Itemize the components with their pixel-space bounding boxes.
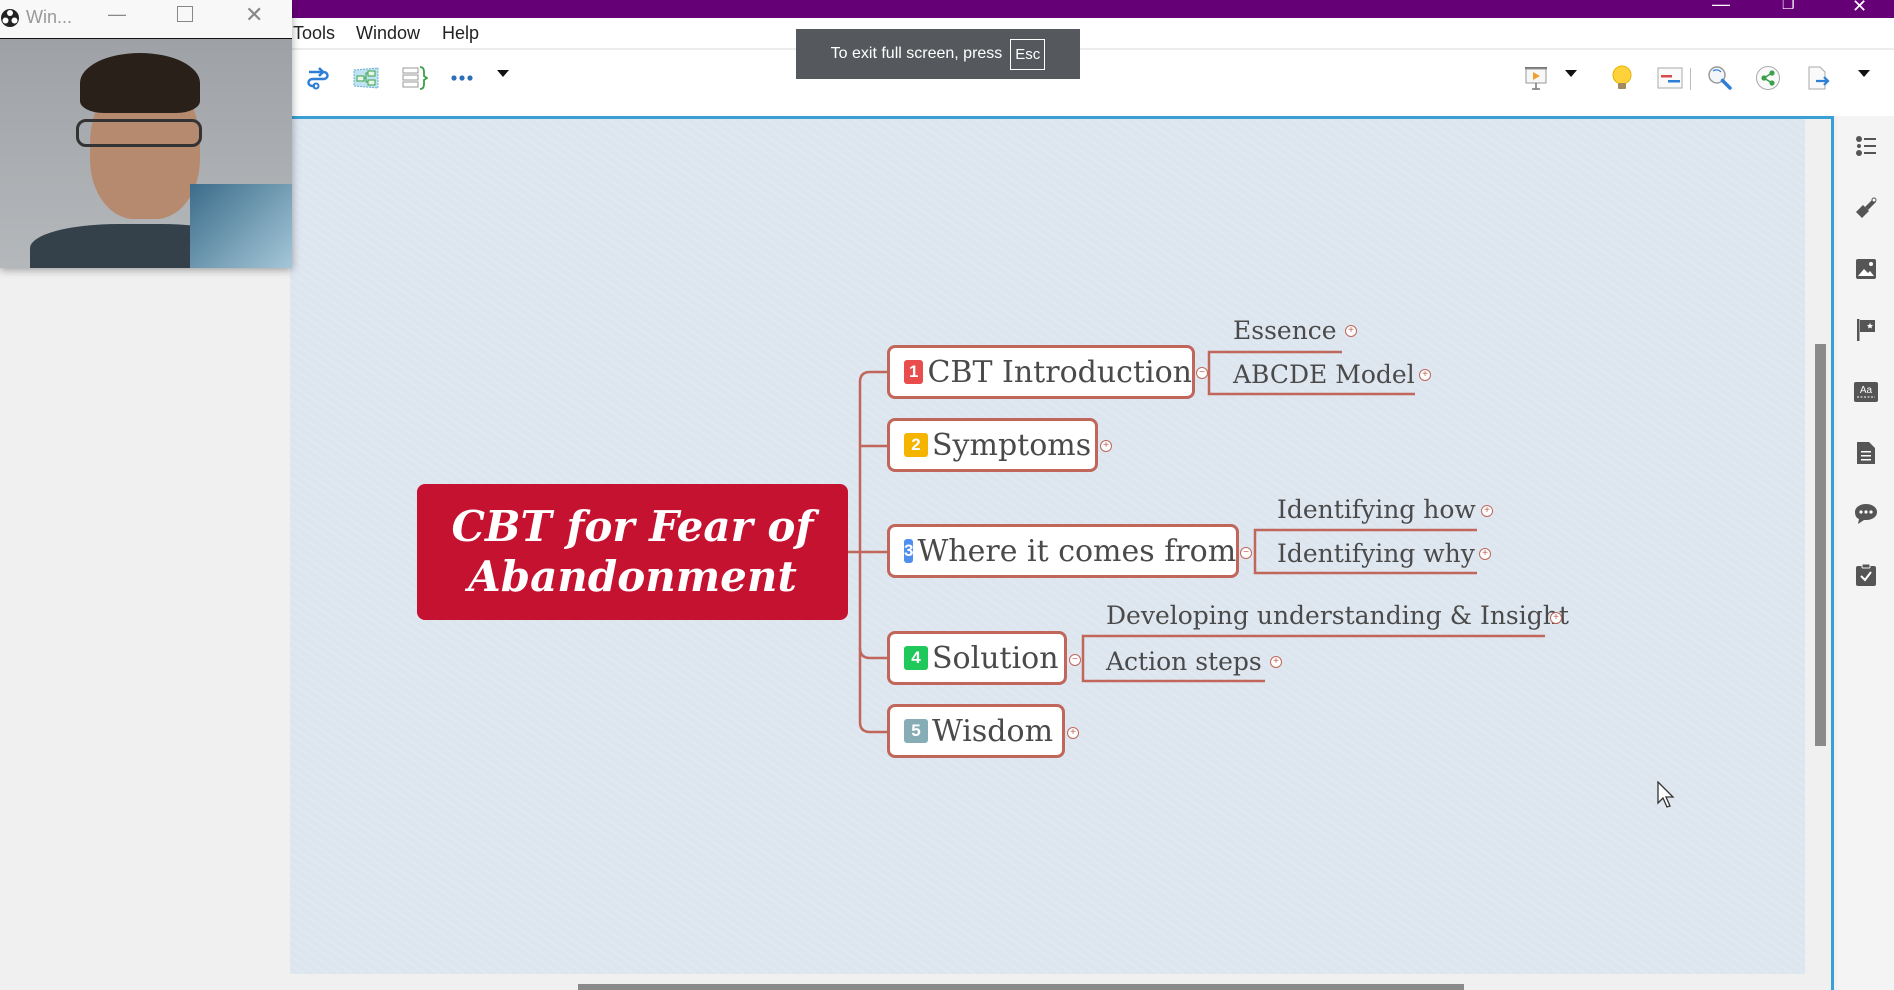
person-hair bbox=[80, 53, 200, 113]
mouse-cursor-icon bbox=[1657, 781, 1675, 808]
right-sidebar: Aa bbox=[1837, 116, 1894, 990]
collapse-toggle-icon[interactable]: − bbox=[1240, 547, 1252, 559]
topic-label: Solution bbox=[932, 640, 1059, 676]
subtopic-essence[interactable]: Essence bbox=[1233, 316, 1337, 345]
collapse-toggle-icon[interactable]: − bbox=[1196, 367, 1208, 379]
topic-wisdom[interactable]: 5 Wisdom bbox=[887, 704, 1065, 758]
expand-toggle-icon[interactable]: + bbox=[1479, 548, 1491, 560]
vertical-scrollbar[interactable] bbox=[1815, 344, 1826, 746]
marker-flag-icon[interactable] bbox=[1853, 317, 1879, 343]
collapse-toggle-icon[interactable]: − bbox=[1069, 654, 1081, 666]
webcam-window-title: Win... bbox=[26, 7, 73, 27]
expand-toggle-icon[interactable]: + bbox=[1481, 505, 1493, 517]
topic-label: CBT Introduction bbox=[927, 354, 1192, 390]
task-icon[interactable] bbox=[1853, 562, 1879, 588]
priority-badge-1: 1 bbox=[904, 360, 924, 384]
webcam-title-bar[interactable]: Win... — ✕ bbox=[0, 0, 292, 39]
topic-symptoms[interactable]: 2 Symptoms bbox=[887, 418, 1098, 472]
expand-toggle-icon[interactable]: + bbox=[1100, 440, 1112, 452]
expand-toggle-icon[interactable]: + bbox=[1270, 656, 1282, 668]
comment-icon[interactable] bbox=[1853, 501, 1879, 527]
expand-toggle-icon[interactable]: + bbox=[1345, 325, 1357, 337]
expand-toggle-icon[interactable]: + bbox=[1067, 727, 1079, 739]
webcam-maximize-button[interactable] bbox=[177, 6, 193, 22]
webcam-minimize-button[interactable]: — bbox=[108, 4, 126, 25]
format-brush-icon[interactable] bbox=[1853, 195, 1879, 221]
webcam-close-button[interactable]: ✕ bbox=[245, 2, 263, 28]
webcam-video-feed bbox=[0, 39, 292, 268]
person-glasses bbox=[76, 119, 202, 147]
expand-toggle-icon[interactable]: + bbox=[1550, 612, 1562, 624]
obs-logo-icon bbox=[1, 9, 19, 27]
connector-topic-4 bbox=[858, 647, 888, 660]
topic-cbt-introduction[interactable]: 1 CBT Introduction bbox=[887, 345, 1195, 399]
topic-where-it-comes-from[interactable]: 3 Where it comes from bbox=[887, 524, 1239, 578]
webcam-window[interactable]: Win... — ✕ bbox=[0, 0, 292, 268]
expand-toggle-icon[interactable]: + bbox=[1419, 369, 1431, 381]
topic-label: Where it comes from bbox=[917, 533, 1237, 569]
subtopic-identifying-how[interactable]: Identifying how bbox=[1277, 495, 1476, 524]
image-icon[interactable] bbox=[1853, 256, 1879, 282]
topic-solution[interactable]: 4 Solution bbox=[887, 631, 1067, 685]
central-topic-line-1: CBT for Fear of bbox=[451, 502, 814, 551]
subtopic-identifying-why[interactable]: Identifying why bbox=[1277, 539, 1475, 568]
priority-badge-2: 2 bbox=[904, 433, 928, 457]
subtopic-developing-understanding[interactable]: Developing understanding & Insight bbox=[1106, 601, 1569, 630]
background-poster bbox=[190, 184, 292, 268]
subtopic-abcde-model[interactable]: ABCDE Model bbox=[1233, 360, 1415, 389]
topic-label: Symptoms bbox=[932, 427, 1092, 463]
svg-text:Aa: Aa bbox=[1860, 385, 1873, 396]
notes-icon[interactable] bbox=[1853, 440, 1879, 466]
outline-icon[interactable] bbox=[1853, 133, 1879, 159]
topic-label: Wisdom bbox=[932, 713, 1054, 749]
priority-badge-3: 3 bbox=[904, 539, 914, 563]
text-style-icon[interactable]: Aa bbox=[1853, 379, 1879, 405]
priority-badge-4: 4 bbox=[904, 646, 928, 670]
subtopic-action-steps[interactable]: Action steps bbox=[1106, 647, 1262, 676]
priority-badge-5: 5 bbox=[904, 719, 928, 743]
central-topic-line-2: Abandonment bbox=[468, 552, 797, 601]
horizontal-scrollbar[interactable] bbox=[578, 984, 1464, 990]
central-topic[interactable]: CBT for Fear of Abandonment bbox=[417, 484, 848, 620]
